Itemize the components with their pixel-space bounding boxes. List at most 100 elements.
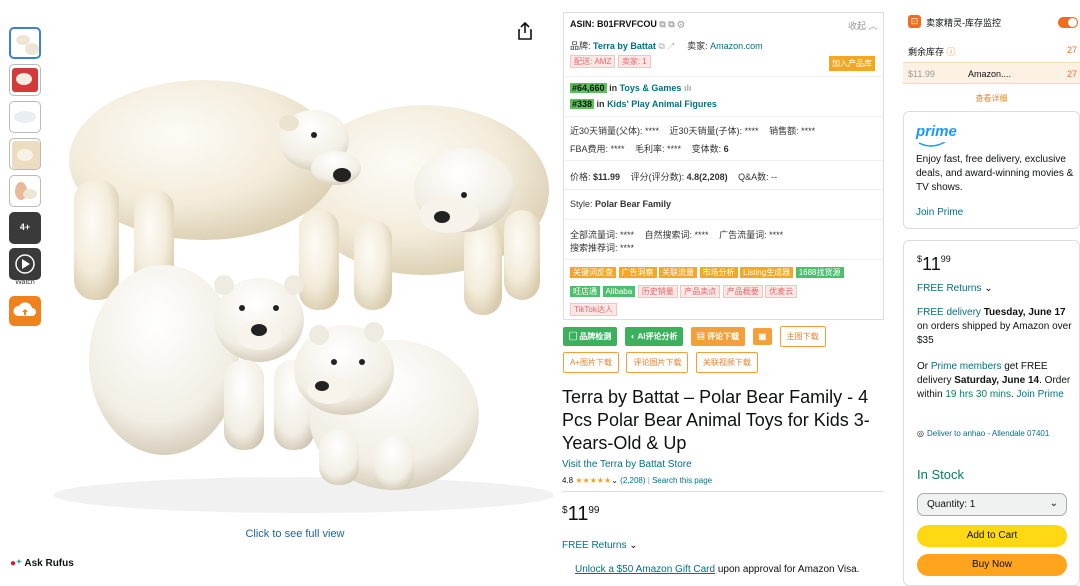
row-stock: 27 [1067, 69, 1078, 79]
add-to-cart-button[interactable]: Add to Cart [917, 525, 1067, 547]
rank-row-2: #338 in Kids' Play Animal Figures [570, 99, 717, 109]
search-this-page-link[interactable]: Search this page [652, 476, 712, 485]
click-to-see-full-view[interactable]: Click to see full view [0, 528, 590, 540]
recommend-words: 搜索推荐词: **** [570, 243, 635, 253]
free-returns-link[interactable]: FREE Returns ⌄ [562, 540, 638, 551]
rating-row: 4.8 ★★★★★⌄ (2,208) | Search this page [562, 476, 713, 485]
tag-listing-generator[interactable]: Listing生成器 [740, 267, 794, 278]
main-image-download-button[interactable]: 主图下载 [779, 326, 826, 347]
product-price: $1199 [562, 503, 599, 526]
view-details-link[interactable]: 查看详细 [903, 93, 1080, 104]
price-fraction: 99 [588, 505, 600, 516]
brand-check-button[interactable]: ▢ 品牌检测 [563, 327, 618, 346]
row-price: $11.99 [908, 69, 935, 79]
join-prime-link[interactable]: Join Prime [916, 207, 963, 218]
aplus-image-download-button[interactable]: A+图片下载 [563, 352, 620, 373]
thumbnail-3[interactable] [9, 101, 41, 133]
thumbnail-5[interactable] [9, 175, 41, 207]
rating-value: 4.8 [562, 476, 574, 485]
review-download-button[interactable]: ▤ 评论下载 [690, 327, 746, 346]
play-icon [15, 254, 35, 274]
tag-history-sales[interactable]: 历史销量 [637, 285, 678, 298]
row-seller: Amazon.... [968, 69, 1012, 79]
sales-child: 近30天销量(子体): **** [669, 126, 759, 136]
style-value: Polar Bear Family [595, 199, 672, 209]
brand-link[interactable]: Terra by Battat [593, 41, 656, 51]
gift-card-link[interactable]: Unlock a $50 Amazon Gift Card [575, 564, 715, 575]
prime-members-link[interactable]: Prime members [931, 361, 1002, 372]
buy-now-button[interactable]: Buy Now [917, 554, 1067, 576]
rank-1-category[interactable]: Toys & Games [620, 83, 682, 93]
chevron-down-icon[interactable]: ⌄ [611, 476, 618, 485]
tag-market-analysis[interactable]: 市场分析 [699, 267, 738, 278]
deliver-to-row[interactable]: ◎ Deliver to anhao - Allendale 07401 [917, 428, 1072, 439]
in-stock-label: In Stock [917, 467, 964, 482]
video-download-button[interactable]: 关联视频下载 [695, 352, 758, 373]
thumbnail-1[interactable] [9, 27, 41, 59]
prime-delivery-info: Or Prime members get FREE delivery Satur… [917, 361, 1071, 400]
free-delivery-link[interactable]: FREE delivery [917, 307, 981, 318]
tag-wangdiantong[interactable]: 旺店通 [570, 286, 600, 297]
review-download-label: 评论下载 [707, 332, 740, 341]
ad-words: 广告流量词: **** [719, 230, 784, 240]
fba-row: FBA费用: **** 毛利率: **** 变体数: 6 [570, 142, 729, 155]
tag-youmaiyun[interactable]: 优麦云 [765, 285, 798, 298]
seller-label: 卖家: [687, 41, 708, 51]
seller-link[interactable]: Amazon.com [710, 41, 763, 51]
price-label: 价格: [570, 172, 591, 182]
stock-value: 27 [1067, 45, 1078, 55]
ai-review-button[interactable]: ◐ AI评论分析 [624, 327, 684, 346]
thumbnail-4[interactable] [9, 138, 41, 170]
tag-keyword-reverse[interactable]: 关键词反查 [570, 267, 616, 278]
free-returns-label: FREE Returns [917, 283, 982, 294]
buybox-free-returns[interactable]: FREE Returns ⌄ [917, 282, 993, 296]
tag-alibaba[interactable]: Alibaba [602, 286, 636, 297]
prime-box: prime Enjoy fast, free delivery, exclusi… [903, 111, 1080, 229]
upload-button[interactable] [9, 296, 41, 326]
help-icon[interactable]: ⓘ [947, 47, 956, 57]
copy-icon[interactable]: ⧉ ↗ [658, 41, 674, 51]
tag-product-summary[interactable]: 产品概要 [722, 285, 763, 298]
ask-rufus-button[interactable]: ●✦ Ask Rufus [10, 558, 74, 569]
price-whole: 11 [567, 503, 589, 525]
delivery-rest: on orders shipped by Amazon over $35 [917, 321, 1072, 346]
quantity-select[interactable]: Quantity: 1 ⌄ [917, 493, 1067, 516]
chart-icon[interactable]: ılı [684, 83, 692, 93]
ship-tag: 配送: AMZ [570, 55, 616, 68]
tag-1688-source[interactable]: 1688找货源 [795, 267, 844, 278]
monitor-toggle[interactable] [1058, 17, 1078, 28]
tag-ad-insight[interactable]: 广告洞察 [618, 267, 657, 278]
free-returns-label: FREE Returns [562, 540, 627, 551]
star-rating-icon[interactable]: ★★★★★ [575, 476, 611, 485]
plugin-buttons-row-2: A+图片下载 评论图片下载 关联视频下载 [563, 352, 761, 373]
join-prime-link[interactable]: Join Prime [1017, 389, 1064, 400]
watch-label: Watch [15, 279, 35, 286]
tool-tags-row-1: 关键词反查 广告洞察 关联流量 市场分析 Listing生成器 1688找货源 [570, 267, 844, 278]
share-icon[interactable] [517, 22, 533, 40]
thumbnail-2[interactable] [9, 64, 41, 96]
collapse-button[interactable]: 收起 ︿ [848, 19, 878, 32]
add-to-library-button[interactable]: 加入产品库 [829, 56, 875, 71]
review-image-download-button[interactable]: 评论图片下载 [626, 352, 689, 373]
tag-tiktok[interactable]: TikTok达人 [570, 303, 617, 316]
store-link[interactable]: Visit the Terra by Battat Store [562, 459, 692, 470]
tag-selling-points[interactable]: 产品卖点 [680, 285, 721, 298]
rank-2-category[interactable]: Kids' Play Animal Figures [607, 99, 717, 109]
more-images-thumbnail[interactable]: 4+ [9, 212, 41, 244]
product-main-image[interactable] [44, 40, 564, 520]
fba-fee: FBA费用: **** [570, 144, 625, 154]
brand-check-label: 品牌检测 [579, 332, 612, 341]
copy-icon[interactable]: ⧉ ⧉ ⚙ [659, 19, 684, 29]
price-symbol: $ [562, 505, 568, 516]
tag-related-traffic[interactable]: 关联流量 [659, 267, 698, 278]
calculator-icon[interactable]: ▦ [752, 328, 773, 345]
video-thumbnail[interactable] [9, 248, 41, 280]
rating-count-link[interactable]: (2,208) [620, 476, 645, 485]
brand-row: 品牌: Terra by Battat ⧉ ↗ 卖家: Amazon.com [570, 39, 763, 52]
ship-row: 配送: AMZ 卖家: 1 [570, 55, 651, 68]
delivery-date: Tuesday, June 17 [983, 307, 1066, 318]
tool-tags-row-2: 旺店通 Alibaba 历史销量 产品卖点 产品概要 优麦云 [570, 285, 798, 298]
product-title: Terra by Battat – Polar Bear Family - 4 … [562, 387, 870, 453]
quantity-value: Quantity: 1 [927, 499, 976, 510]
plugin-buttons-row-1: ▢ 品牌检测 ◐ AI评论分析 ▤ 评论下载 ▦ 主图下载 [563, 326, 829, 347]
